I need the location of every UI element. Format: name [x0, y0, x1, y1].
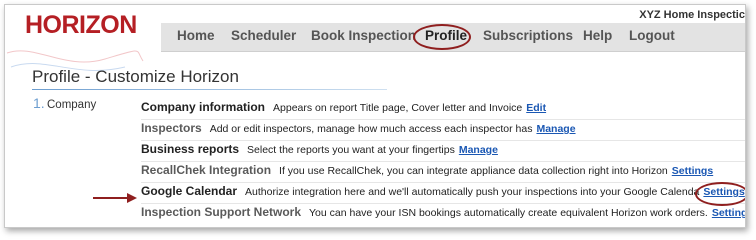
row-name: RecallChek Integration	[141, 163, 272, 177]
row-divider	[141, 161, 745, 162]
profile-highlight-circle	[413, 24, 471, 50]
row-divider	[141, 119, 745, 120]
row-name: Company information	[141, 100, 266, 114]
nav-home[interactable]: Home	[177, 28, 215, 43]
sidebar-item-company[interactable]: Company	[47, 99, 96, 111]
row-description: Add or edit inspectors, manage how much …	[209, 123, 533, 135]
company-name: XYZ Home Inspectic	[639, 9, 745, 21]
nav-subscriptions[interactable]: Subscriptions	[483, 28, 573, 43]
settings-row-isn: Inspection Support Network You can have y…	[141, 205, 745, 225]
settings-row-recallchek: RecallChek Integration If you use RecallC…	[141, 163, 745, 183]
nav-logout[interactable]: Logout	[629, 28, 675, 43]
annotation-arrow-icon	[93, 193, 137, 203]
manage-inspectors-link[interactable]: Manage	[536, 123, 575, 135]
horizon-logo[interactable]: HORIZON	[25, 11, 137, 40]
recallchek-settings-link[interactable]: Settings	[672, 165, 713, 177]
row-divider	[141, 140, 745, 141]
row-divider	[141, 182, 745, 183]
row-description: You can have your ISN bookings automatic…	[309, 207, 708, 219]
app-window: HORIZON XYZ Home Inspectic Home Schedule…	[4, 4, 746, 228]
settings-row-google-calendar: Google Calendar Authorize integration her…	[141, 184, 745, 204]
title-divider	[32, 89, 387, 90]
row-name: Google Calendar	[141, 184, 238, 198]
row-description: Authorize integration here and we'll aut…	[245, 186, 700, 198]
settings-row-company-information: Company information Appears on report Tit…	[141, 100, 745, 120]
manage-reports-link[interactable]: Manage	[459, 144, 498, 156]
row-description: If you use RecallChek, you can integrate…	[279, 165, 668, 177]
row-divider	[141, 203, 745, 204]
row-name: Inspectors	[141, 121, 202, 135]
settings-row-business-reports: Business reports Select the reports you w…	[141, 142, 745, 162]
settings-highlight-circle	[695, 182, 745, 206]
nav-help[interactable]: Help	[583, 28, 612, 43]
page-title: Profile - Customize Horizon	[32, 67, 239, 86]
nav-scheduler[interactable]: Scheduler	[231, 28, 296, 43]
isn-settings-link[interactable]: Settings	[712, 207, 745, 219]
row-description: Select the reports you want at your fing…	[247, 144, 455, 156]
row-name: Business reports	[141, 142, 240, 156]
row-name: Inspection Support Network	[141, 205, 302, 219]
row-description: Appears on report Title page, Cover lett…	[273, 102, 523, 114]
nav-book-inspection[interactable]: Book Inspection	[311, 28, 416, 43]
sidebar-number: 1.	[33, 95, 45, 111]
settings-row-inspectors: Inspectors Add or edit inspectors, manage…	[141, 121, 745, 141]
edit-company-link[interactable]: Edit	[526, 102, 546, 114]
